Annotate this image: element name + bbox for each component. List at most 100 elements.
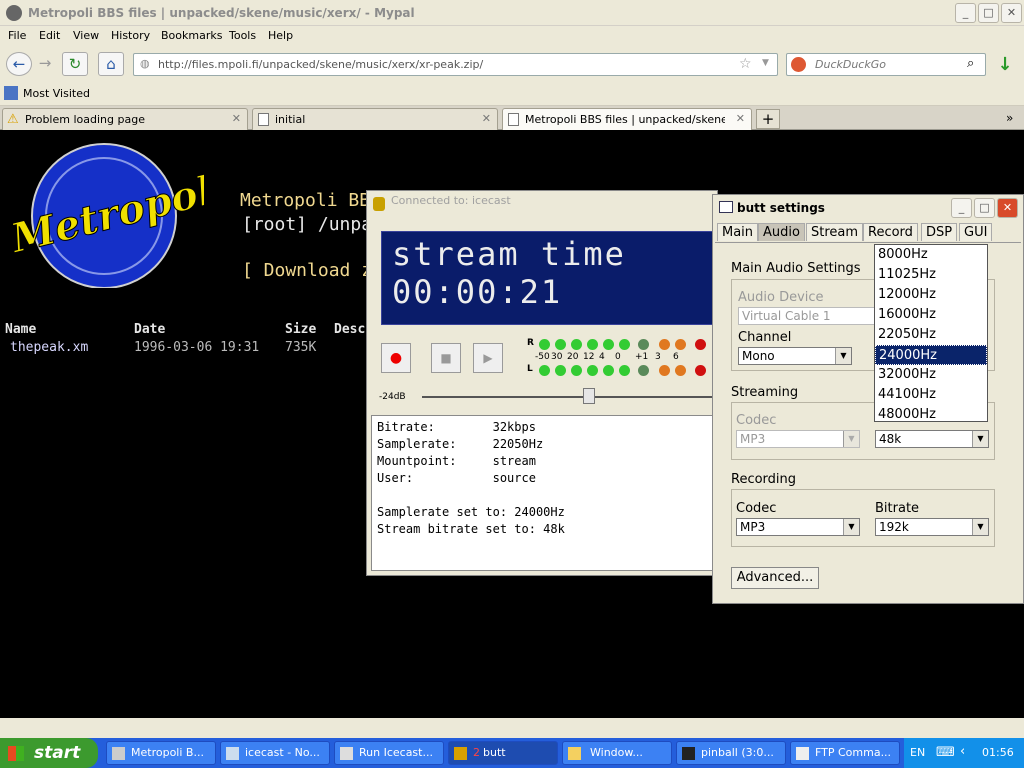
- tab-list-button[interactable]: »: [1006, 111, 1013, 125]
- bookmark-star-icon[interactable]: ☆: [739, 56, 752, 72]
- samplerate-option[interactable]: 32000Hz: [875, 365, 987, 385]
- url-bar[interactable]: ◍ http://files.mpoli.fi/unpacked/skene/m…: [133, 53, 778, 76]
- tab-gui[interactable]: GUI: [959, 223, 993, 241]
- tab-close-icon[interactable]: ✕: [736, 112, 745, 125]
- taskbar-item[interactable]: FTP Comma...: [790, 741, 900, 765]
- most-visited-bookmark[interactable]: Most Visited: [23, 87, 90, 100]
- tab-stream[interactable]: Stream: [806, 223, 864, 241]
- new-tab-button[interactable]: +: [756, 109, 780, 129]
- vu-scale-label: 4: [599, 352, 605, 362]
- stream-codec-select[interactable]: MP3 ▼: [736, 430, 860, 448]
- channel-select[interactable]: Mono ▼: [738, 347, 852, 365]
- play-button[interactable]: ▶: [473, 343, 503, 373]
- tab-label: Metropoli BBS files | unpacked/skene/mus…: [525, 113, 725, 126]
- tab-close-icon[interactable]: ✕: [482, 112, 491, 125]
- tab-initial[interactable]: initial ✕: [252, 108, 498, 130]
- taskbar-item[interactable]: Run Icecast...: [334, 741, 444, 765]
- close-button[interactable]: ✕: [1001, 3, 1022, 23]
- settings-minimize-button[interactable]: _: [951, 198, 972, 218]
- rec-codec-value: MP3: [740, 520, 766, 534]
- language-indicator[interactable]: EN: [910, 746, 925, 759]
- tab-audio[interactable]: Audio: [758, 223, 805, 241]
- stream-bitrate-select[interactable]: 48k ▼: [875, 430, 989, 448]
- taskbar-item[interactable]: icecast - No...: [220, 741, 330, 765]
- menu-view[interactable]: View: [73, 29, 99, 42]
- taskbar-item[interactable]: pinball (3:0...: [676, 741, 786, 765]
- menu-history[interactable]: History: [111, 29, 150, 42]
- minimize-button[interactable]: _: [955, 3, 976, 23]
- settings-close-button[interactable]: ✕: [997, 198, 1018, 218]
- vu-led: [603, 365, 614, 376]
- tab-metropoli[interactable]: Metropoli BBS files | unpacked/skene/mus…: [502, 108, 752, 130]
- tab-close-icon[interactable]: ✕: [232, 112, 241, 125]
- rec-codec-select[interactable]: MP3 ▼: [736, 518, 860, 536]
- stop-icon: ■: [440, 351, 452, 365]
- taskbar-item[interactable]: 2 butt: [448, 741, 558, 765]
- audio-device-select[interactable]: Virtual Cable 1: [738, 307, 878, 325]
- vu-led: [555, 365, 566, 376]
- tab-dsp[interactable]: DSP: [921, 223, 958, 241]
- vu-led: [571, 339, 582, 350]
- stop-button[interactable]: ■: [431, 343, 461, 373]
- taskbar-item-label: Metropoli B...: [131, 746, 204, 759]
- samplerate-option[interactable]: 8000Hz: [875, 245, 987, 265]
- download-arrow-icon[interactable]: ↓: [994, 54, 1016, 76]
- samplerate-option[interactable]: 11025Hz: [875, 265, 987, 285]
- tab-problem-loading[interactable]: ⚠ Problem loading page ✕: [2, 108, 248, 130]
- taskbar-item-label: Run Icecast...: [359, 746, 433, 759]
- record-button[interactable]: ●: [381, 343, 411, 373]
- window-icon: [719, 201, 733, 213]
- keyboard-icon[interactable]: ⌨: [936, 745, 955, 760]
- search-bar[interactable]: DuckDuckGo ⌕: [786, 53, 986, 76]
- samplerate-option[interactable]: 48000Hz: [875, 405, 987, 425]
- gain-slider-handle[interactable]: [583, 388, 595, 404]
- recording-heading: Recording: [731, 472, 797, 487]
- stream-codec-value: MP3: [740, 432, 766, 446]
- url-dropdown-icon[interactable]: ▼: [762, 58, 769, 68]
- menu-file[interactable]: File: [8, 29, 26, 42]
- samplerate-option[interactable]: 22050Hz: [875, 325, 987, 345]
- stream-codec-label: Codec: [736, 413, 777, 428]
- vu-scale-label: -50: [535, 352, 550, 362]
- forward-button[interactable]: →: [32, 52, 58, 76]
- main-audio-heading: Main Audio Settings: [731, 261, 861, 276]
- vu-scale-label: 0: [615, 352, 621, 362]
- file-date: 1996-03-06 19:31: [134, 340, 260, 355]
- settings-maximize-button[interactable]: □: [974, 198, 995, 218]
- chevron-left-icon[interactable]: ‹: [960, 744, 965, 759]
- taskbar-item[interactable]: Window...: [562, 741, 672, 765]
- globe-icon: ◍: [140, 57, 150, 70]
- clock: 01:56: [982, 746, 1014, 759]
- taskbar-item[interactable]: Metropoli B...: [106, 741, 216, 765]
- reload-button[interactable]: ↻: [62, 52, 88, 76]
- menu-help[interactable]: Help: [268, 29, 293, 42]
- maximize-button[interactable]: □: [978, 3, 999, 23]
- browser-titlebar: Metropoli BBS files | unpacked/skene/mus…: [0, 0, 1024, 26]
- log-line: Mountpoint: stream: [377, 454, 536, 468]
- menu-bookmarks[interactable]: Bookmarks: [161, 29, 222, 42]
- search-placeholder: DuckDuckGo: [815, 58, 886, 71]
- menu-edit[interactable]: Edit: [39, 29, 60, 42]
- vu-led: [675, 365, 686, 376]
- file-size: 735K: [285, 340, 317, 355]
- back-button[interactable]: ←: [6, 52, 32, 76]
- home-button[interactable]: ⌂: [98, 52, 124, 76]
- windows-logo-icon: [8, 746, 24, 761]
- samplerate-dropdown-list[interactable]: 8000Hz 11025Hz 12000Hz 16000Hz 22050Hz 24000H…: [874, 244, 988, 422]
- file-link[interactable]: thepeak.xm: [10, 340, 88, 355]
- samplerate-option[interactable]: 24000Hz: [875, 345, 987, 365]
- vu-led: [555, 339, 566, 350]
- start-button[interactable]: start: [0, 738, 98, 768]
- tab-record[interactable]: Record: [863, 223, 918, 241]
- vu-scale-label: 12: [583, 352, 595, 362]
- samplerate-option[interactable]: 44100Hz: [875, 385, 987, 405]
- tab-main[interactable]: Main: [717, 223, 759, 241]
- search-icon[interactable]: ⌕: [967, 56, 974, 71]
- samplerate-option[interactable]: 12000Hz: [875, 285, 987, 305]
- download-link[interactable]: [ Download z: [242, 260, 372, 281]
- samplerate-option[interactable]: 16000Hz: [875, 305, 987, 325]
- menu-tools[interactable]: Tools: [229, 29, 256, 42]
- advanced-button[interactable]: Advanced...: [731, 567, 819, 589]
- rec-bitrate-select[interactable]: 192k ▼: [875, 518, 989, 536]
- lcd-display: stream time 00:00:21: [381, 231, 717, 325]
